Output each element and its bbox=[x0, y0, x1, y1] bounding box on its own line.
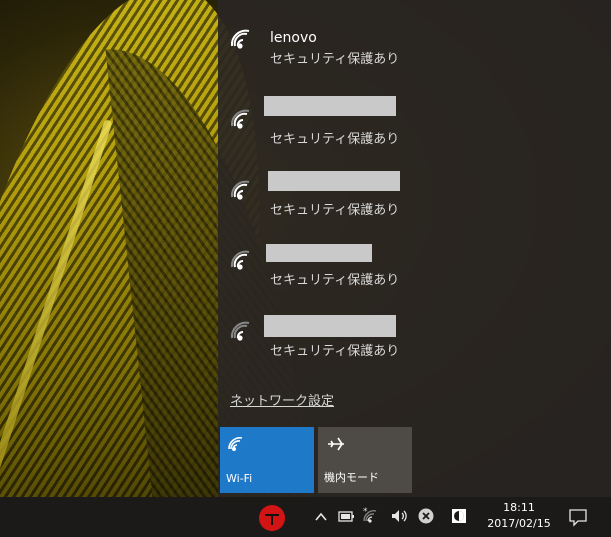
network-item[interactable]: セキュリティ保護あり bbox=[218, 296, 611, 366]
network-security: セキュリティ保護あり bbox=[270, 273, 400, 288]
network-name-redacted bbox=[264, 96, 396, 116]
clock-app-icon[interactable] bbox=[450, 507, 468, 529]
network-settings-link[interactable]: ネットワーク設定 bbox=[230, 390, 334, 409]
wifi-icon bbox=[230, 109, 250, 129]
wifi-icon bbox=[230, 321, 250, 341]
network-item[interactable]: セキュリティ保護あり bbox=[218, 84, 611, 154]
wifi-icon bbox=[228, 437, 243, 451]
airplane-tile-label: 機内モード bbox=[324, 471, 379, 484]
clock-time: 18:11 bbox=[503, 501, 535, 514]
network-item[interactable]: lenovo セキュリティ保護あり bbox=[218, 4, 611, 74]
network-name-redacted bbox=[266, 244, 372, 262]
wifi-tile-label: Wi-Fi bbox=[226, 472, 253, 485]
close-circle-icon[interactable] bbox=[417, 507, 435, 529]
network-security: セキュリティ保護あり bbox=[270, 132, 400, 147]
wifi-toggle-tile[interactable]: Wi-Fi bbox=[220, 427, 314, 493]
airplane-icon bbox=[328, 437, 344, 451]
notification-icon[interactable] bbox=[568, 507, 588, 531]
wifi-tray-icon[interactable]: * bbox=[363, 506, 383, 530]
network-security: セキュリティ保護あり bbox=[270, 203, 400, 218]
network-name: lenovo bbox=[270, 30, 317, 46]
clock-date: 2017/02/15 bbox=[487, 517, 551, 530]
red-app-icon[interactable] bbox=[258, 504, 286, 536]
network-security: セキュリティ保護あり bbox=[270, 344, 400, 359]
volume-icon[interactable] bbox=[390, 507, 410, 529]
taskbar-clock[interactable]: 18:11 2017/02/15 bbox=[486, 500, 552, 532]
network-item[interactable]: セキュリティ保護あり bbox=[218, 225, 611, 295]
wifi-icon bbox=[230, 180, 250, 200]
battery-icon[interactable] bbox=[337, 508, 357, 530]
network-item[interactable]: セキュリティ保護あり bbox=[218, 155, 611, 225]
wifi-icon bbox=[230, 29, 250, 49]
taskbar: * 18:11 2017/02/15 bbox=[0, 497, 611, 537]
chevron-up-icon[interactable] bbox=[313, 509, 329, 529]
wifi-icon bbox=[230, 250, 250, 270]
network-security: セキュリティ保護あり bbox=[270, 52, 400, 67]
network-name-redacted bbox=[264, 315, 396, 337]
airplane-mode-tile[interactable]: 機内モード bbox=[318, 427, 412, 493]
network-name-redacted bbox=[268, 171, 400, 191]
network-flyout: lenovo セキュリティ保護あり セキュリティ保護あり セキュリティ保護あり bbox=[218, 0, 611, 497]
